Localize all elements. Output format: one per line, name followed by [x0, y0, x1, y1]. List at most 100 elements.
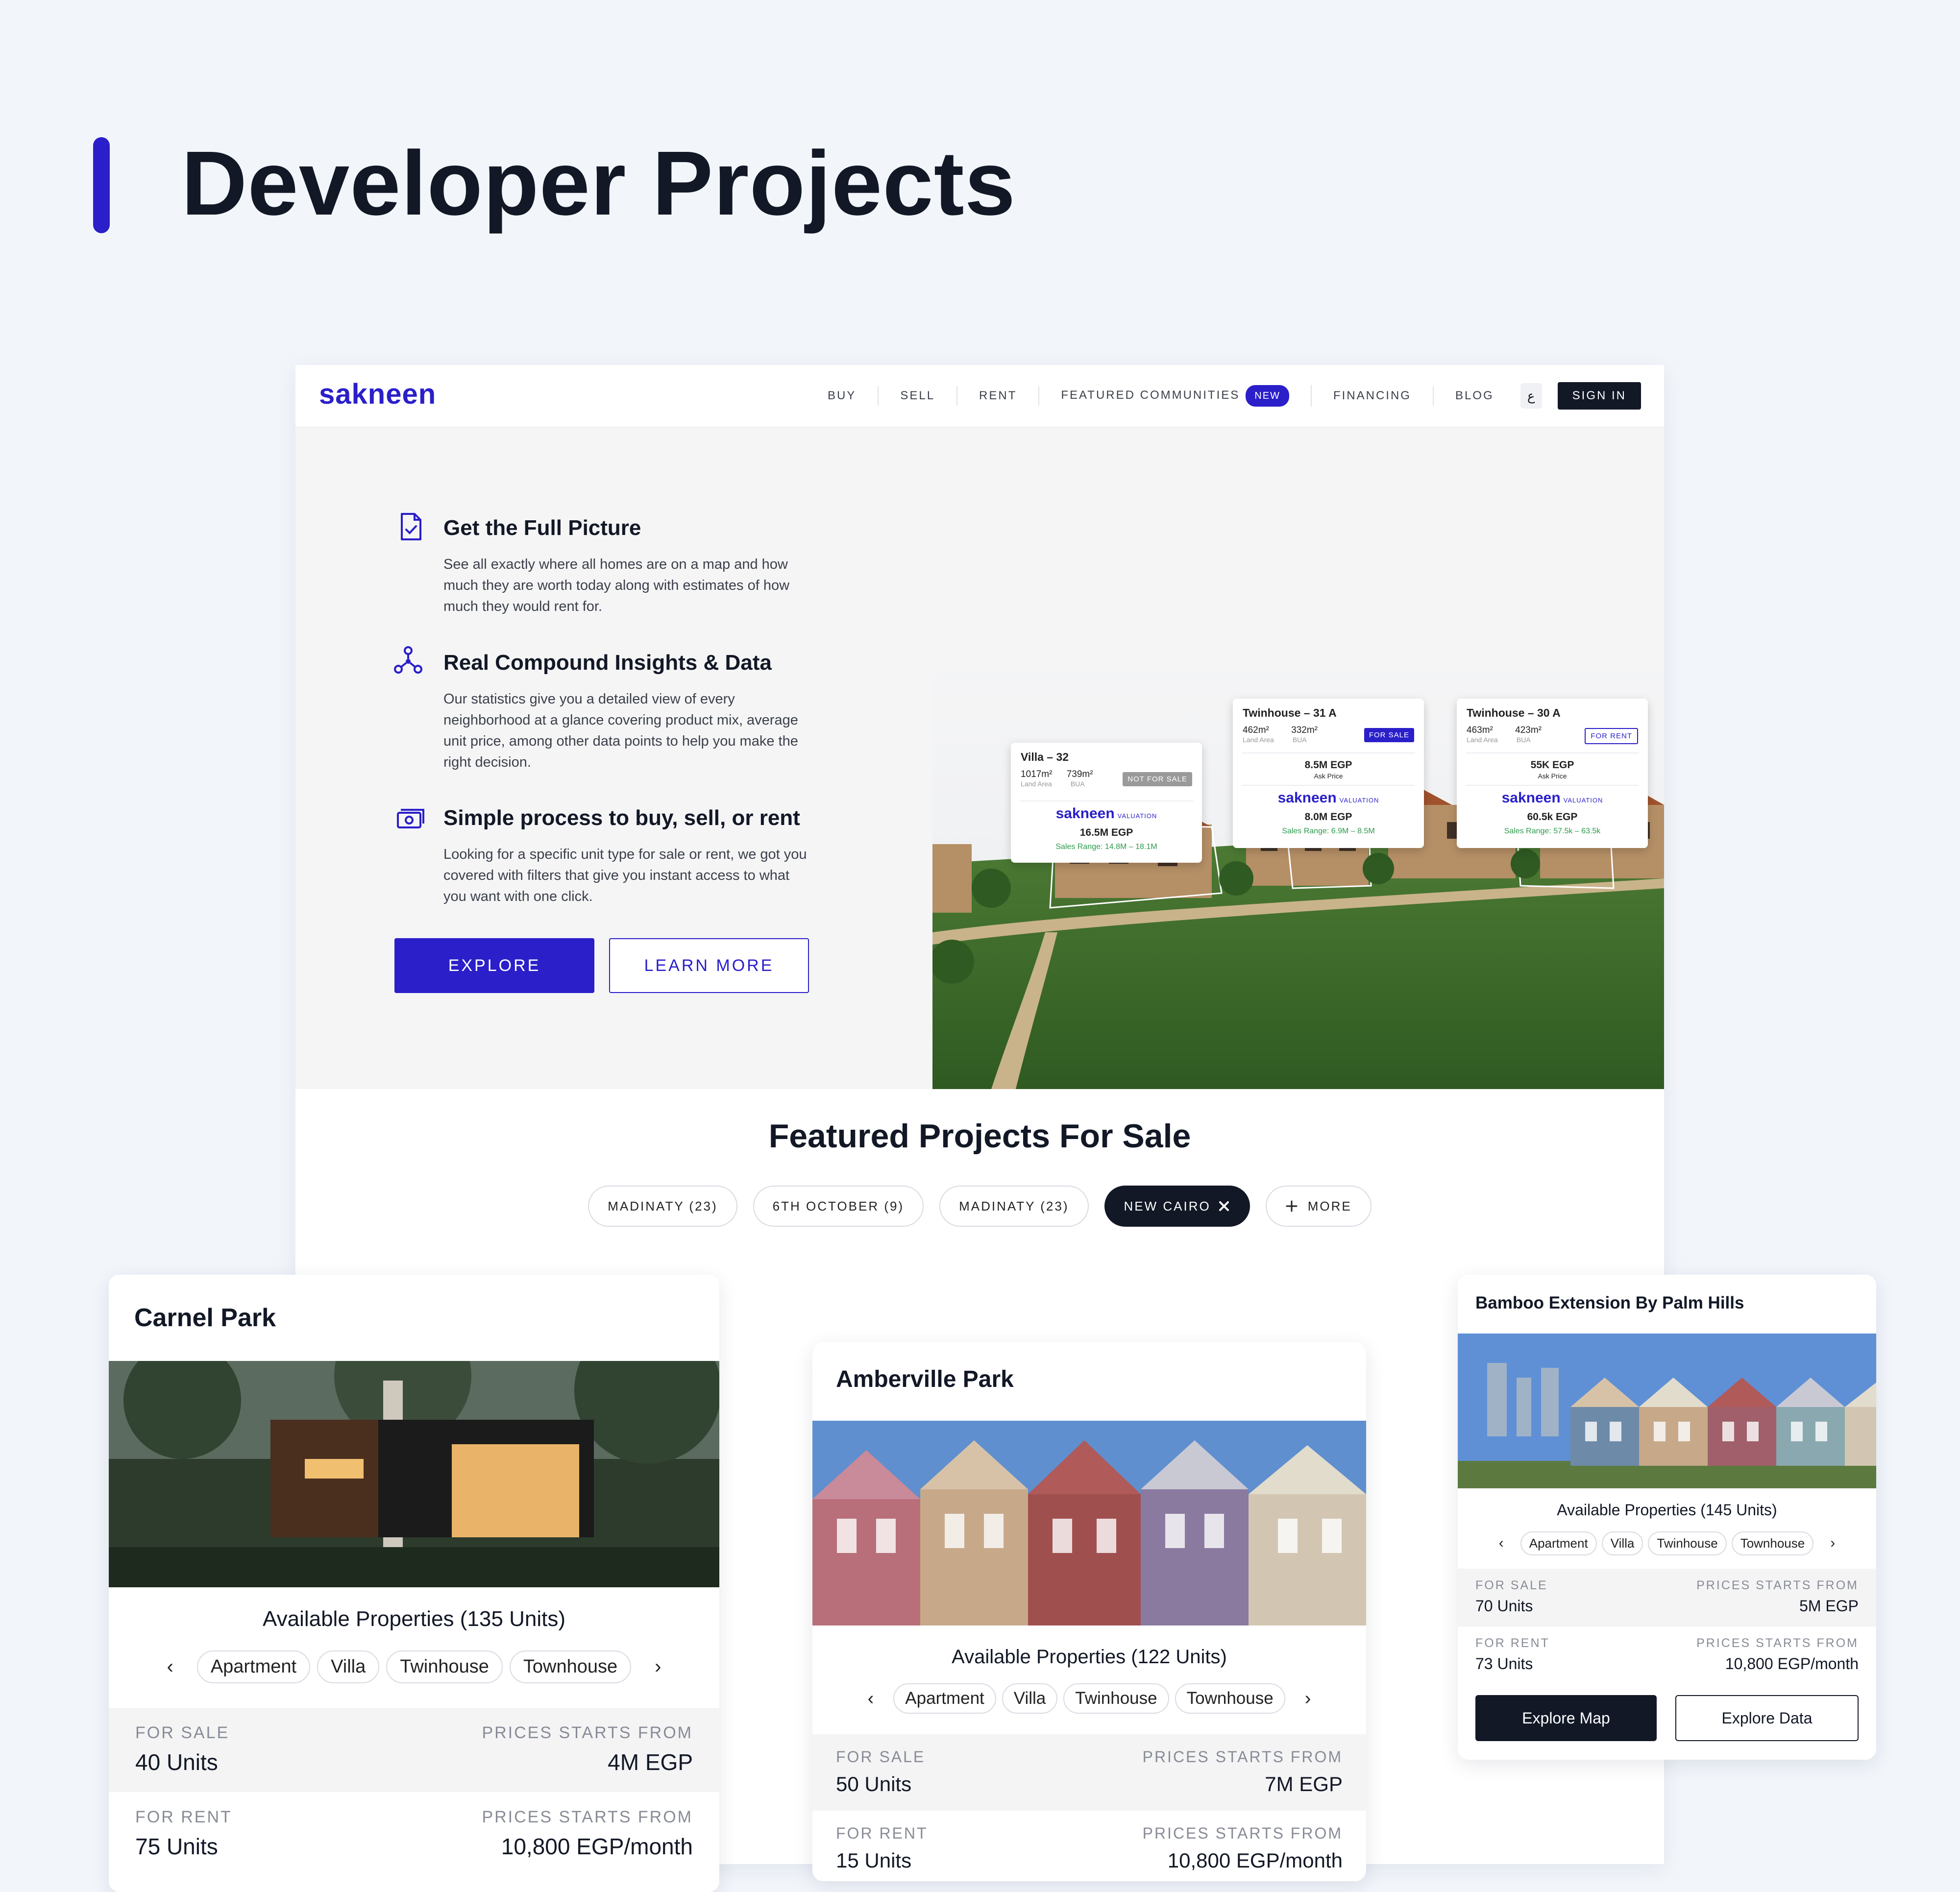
feature-title-insights: Real Compound Insights & Data	[443, 651, 772, 675]
land-area-label: Land Area	[1467, 736, 1498, 744]
rent-price: 10,800 EGP/month	[1725, 1655, 1859, 1673]
price-from-label: PRICES STARTS FROM	[482, 1723, 693, 1742]
available-properties: Available Properties (145 Units)	[1557, 1501, 1777, 1519]
pill-twinhouse[interactable]: Twinhouse	[1063, 1683, 1169, 1714]
valuation-word: VALUATION	[1563, 797, 1603, 804]
pill-townhouse[interactable]: Townhouse	[509, 1650, 632, 1683]
nav-sell[interactable]: SELL	[879, 386, 958, 406]
pill-townhouse[interactable]: Townhouse	[1731, 1531, 1814, 1555]
chip-madinaty-2[interactable]: MADINATY (23)	[939, 1186, 1089, 1227]
chevron-left-icon[interactable]: ‹	[868, 1688, 874, 1709]
for-rent-label: FOR RENT	[1475, 1636, 1550, 1650]
valuation-logo-text: sakneen	[1501, 790, 1561, 806]
available-properties: Available Properties (122 Units)	[952, 1646, 1227, 1668]
land-area-label: Land Area	[1243, 736, 1274, 744]
explore-button[interactable]: EXPLORE	[394, 938, 594, 993]
chevron-left-icon[interactable]: ‹	[167, 1656, 173, 1678]
bua-label: BUA	[1292, 736, 1307, 744]
learn-more-button[interactable]: LEARN MORE	[609, 938, 809, 993]
project-title: Bamboo Extension By Palm Hills	[1475, 1293, 1744, 1312]
pill-townhouse[interactable]: Townhouse	[1175, 1683, 1285, 1714]
for-sale-label: FOR SALE	[135, 1723, 230, 1742]
explore-data-button[interactable]: Explore Data	[1675, 1695, 1859, 1741]
valuation-price: 8.0M EGP	[1304, 811, 1352, 823]
nav-rent[interactable]: RENT	[957, 386, 1040, 406]
for-sale-units: 70 Units	[1475, 1597, 1533, 1615]
sakneen-logo[interactable]: sakneen	[319, 378, 436, 411]
pill-villa[interactable]: Villa	[1601, 1531, 1643, 1555]
chip-madinaty[interactable]: MADINATY (23)	[588, 1186, 737, 1227]
ask-price: 55K EGP	[1530, 759, 1574, 771]
chevron-right-icon[interactable]: ›	[1830, 1535, 1835, 1552]
property-callout[interactable]: Twinhouse – 30 A 463m² 423m² Land Area BU…	[1457, 699, 1648, 848]
bua-label: BUA	[1516, 736, 1531, 744]
nav-blog[interactable]: BLOG	[1434, 386, 1516, 406]
for-rent-badge: FOR RENT	[1585, 728, 1638, 744]
feature-title-simple-process: Simple process to buy, sell, or rent	[443, 806, 800, 830]
pill-apartment[interactable]: Apartment	[1520, 1531, 1597, 1555]
land-area-label: Land Area	[1021, 780, 1052, 788]
pill-twinhouse[interactable]: Twinhouse	[1648, 1531, 1727, 1555]
valuation-word: VALUATION	[1117, 812, 1157, 820]
feature-desc-insights: Our statistics give you a detailed view …	[443, 689, 870, 773]
property-callout[interactable]: Villa – 32 1017m² 739m² Land Area BUA NOT…	[1011, 743, 1202, 863]
callout-areas: 462m² 332m² Land Area BUA	[1243, 725, 1318, 744]
project-card[interactable]: Bamboo Extension By Palm Hills Available…	[1458, 1275, 1876, 1760]
ask-price-label: Ask Price	[1538, 772, 1567, 780]
chip-new-cairo-label: NEW CAIRO	[1124, 1198, 1211, 1213]
network-nodes-icon	[394, 646, 422, 674]
valuation-price: 16.5M EGP	[1079, 827, 1133, 838]
ask-price: 8.5M EGP	[1304, 759, 1352, 771]
desc-line: covered with filters that give you insta…	[443, 868, 790, 883]
callout-divider	[1466, 785, 1639, 786]
desc-line: you want with one click.	[443, 889, 593, 904]
for-rent-row: FOR RENT 73 Units PRICES STARTS FROM 10,…	[1458, 1626, 1876, 1684]
hero-section: Get the Full Picture See all exactly whe…	[295, 428, 1664, 1089]
callout-areas: 1017m² 739m² Land Area BUA	[1021, 769, 1093, 788]
project-card[interactable]: Amberville Park Available Properties (12…	[812, 1342, 1366, 1881]
cash-icon	[397, 809, 424, 828]
title-accent-bar	[93, 137, 110, 233]
nav-financing[interactable]: FINANCING	[1312, 386, 1434, 406]
explore-map-button[interactable]: Explore Map	[1475, 1695, 1657, 1741]
callout-title: Twinhouse – 31 A	[1243, 706, 1337, 719]
desc-line: Our statistics give you a detailed view …	[443, 691, 735, 707]
pill-twinhouse[interactable]: Twinhouse	[386, 1650, 503, 1683]
callout-divider	[1020, 800, 1193, 801]
plus-icon	[1286, 1200, 1298, 1212]
close-icon[interactable]	[1218, 1200, 1230, 1213]
for-rent-units: 75 Units	[135, 1834, 218, 1859]
chip-more-label: MORE	[1307, 1198, 1352, 1213]
land-area-value: 463m²	[1467, 725, 1493, 735]
project-photo-victorian-houses	[812, 1421, 1366, 1625]
chip-more[interactable]: MORE	[1265, 1186, 1372, 1227]
chip-6th-october[interactable]: 6TH OCTOBER (9)	[753, 1186, 924, 1227]
for-sale-label: FOR SALE	[836, 1748, 926, 1766]
land-area-value: 1017m²	[1021, 769, 1053, 779]
sales-range: Sales Range: 6.9M – 8.5M	[1282, 827, 1375, 835]
pill-villa[interactable]: Villa	[317, 1650, 380, 1683]
property-callout[interactable]: Twinhouse – 31 A 462m² 332m² Land Area BU…	[1233, 699, 1424, 848]
for-sale-label: FOR SALE	[1475, 1578, 1548, 1592]
pill-villa[interactable]: Villa	[1002, 1683, 1058, 1714]
valuation-logo: sakneen VALUATION	[1011, 805, 1202, 822]
pill-apartment[interactable]: Apartment	[893, 1683, 996, 1714]
callout-divider	[1466, 752, 1639, 753]
desc-line: right decision.	[443, 754, 531, 770]
callout-areas: 463m² 423m² Land Area BUA	[1467, 725, 1542, 744]
project-card[interactable]: Carnel Park Available Properties (135 Un…	[109, 1275, 719, 1892]
document-check-icon	[401, 513, 421, 540]
nav-featured-communities[interactable]: FEATURED COMMUNITIES NEW	[1039, 385, 1312, 407]
chevron-left-icon[interactable]: ‹	[1499, 1535, 1504, 1552]
sign-in-button[interactable]: SIGN IN	[1557, 382, 1641, 410]
language-toggle-button[interactable]: ع	[1520, 383, 1542, 409]
price-from-label: PRICES STARTS FROM	[1696, 1578, 1859, 1592]
area-labels: Land Area BUA	[1021, 780, 1093, 788]
valuation-logo: sakneen VALUATION	[1233, 790, 1424, 806]
unit-type-pills: ‹ Apartment Villa Twinhouse Townhouse ›	[812, 1680, 1366, 1717]
chip-new-cairo[interactable]: NEW CAIRO	[1104, 1186, 1250, 1227]
pill-apartment[interactable]: Apartment	[196, 1650, 311, 1683]
chevron-right-icon[interactable]: ›	[1305, 1688, 1311, 1709]
chevron-right-icon[interactable]: ›	[655, 1656, 661, 1678]
nav-buy[interactable]: BUY	[806, 386, 879, 406]
